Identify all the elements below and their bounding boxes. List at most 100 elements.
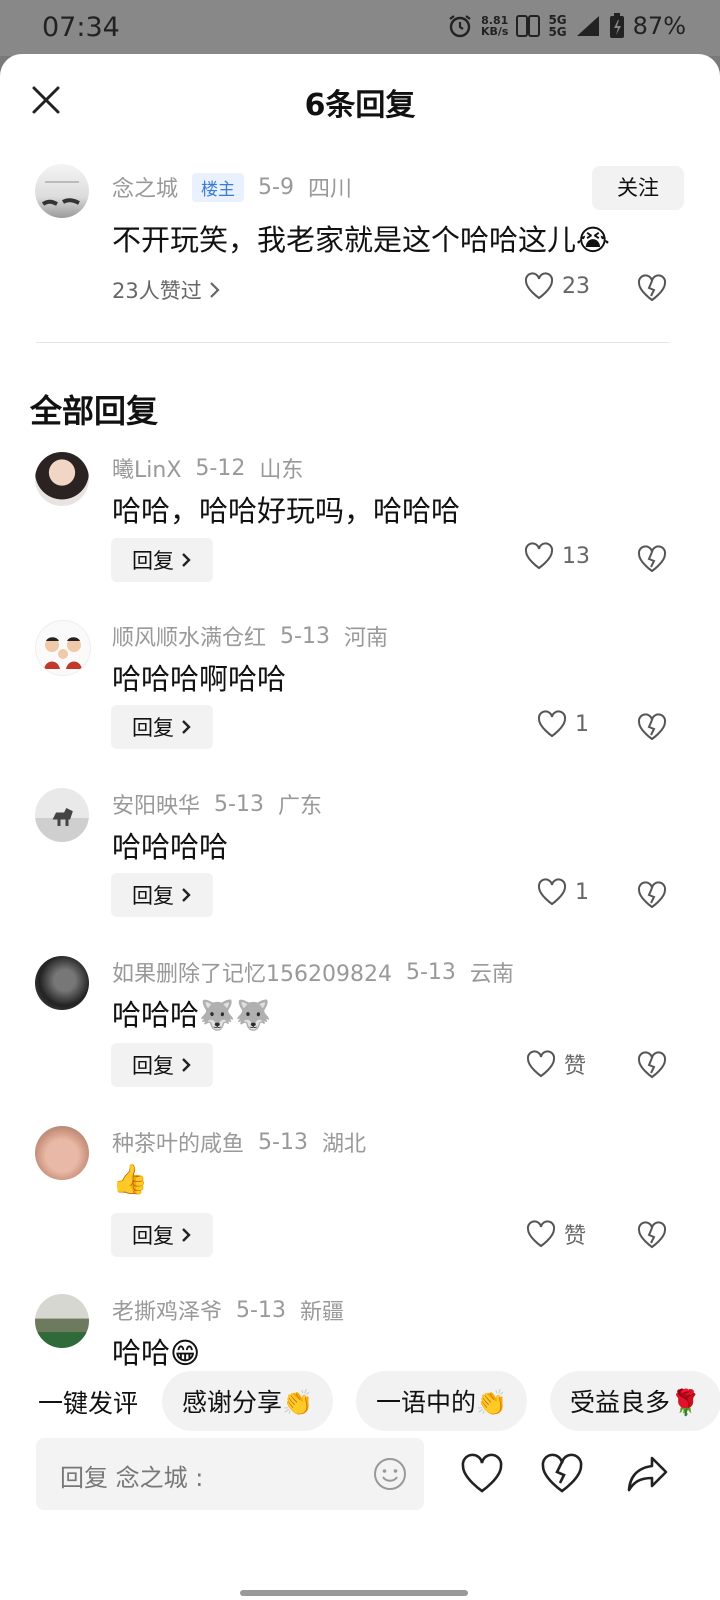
dislike-icon[interactable] — [540, 1452, 584, 1496]
chevron-right-icon — [182, 1058, 191, 1072]
section-title: 全部回复 — [30, 392, 159, 430]
comment-region: 广东 — [277, 794, 322, 819]
dislike-icon[interactable] — [637, 712, 667, 742]
heart-icon — [524, 272, 554, 300]
follow-button[interactable]: 关注 — [592, 166, 684, 210]
hd-icon — [516, 15, 541, 37]
reply-meta: 曦LinX 5-12 山东 — [112, 452, 303, 484]
reply-button[interactable]: 回复 — [111, 705, 213, 749]
comment-region: 山东 — [259, 458, 304, 483]
reply-button-label: 回复 — [132, 1054, 174, 1078]
avatar-image — [41, 181, 80, 206]
reply-button-label: 回复 — [132, 884, 174, 908]
battery-level: 87% — [632, 12, 686, 40]
like-button[interactable]: 1 — [537, 878, 589, 906]
liked-by-link[interactable]: 23人赞过 — [112, 275, 222, 305]
username[interactable]: 如果删除了记忆156209824 — [112, 956, 392, 988]
heart-icon — [537, 878, 567, 906]
signal-icon — [576, 16, 599, 36]
avatar[interactable] — [35, 788, 89, 842]
reply-input-placeholder: 回复 念之城 : — [60, 1464, 204, 1492]
emoji-icon[interactable] — [372, 1456, 408, 1492]
network-type: 5G 5G — [548, 13, 567, 39]
reply-input[interactable]: 回复 念之城 : — [36, 1438, 424, 1510]
dislike-icon[interactable] — [637, 1050, 667, 1080]
dislike-icon[interactable] — [637, 1220, 667, 1250]
reply-meta: 老撕鸡泽爷 5-13 新疆 — [112, 1294, 344, 1326]
comment-region: 河南 — [343, 626, 388, 651]
heart-icon — [537, 710, 567, 738]
heart-icon[interactable] — [460, 1452, 504, 1496]
chevron-right-icon — [182, 720, 191, 734]
comment-region: 云南 — [469, 962, 514, 987]
reply-text: 👍 — [112, 1162, 149, 1196]
comment-date: 5-13 — [214, 791, 264, 817]
dislike-icon[interactable] — [637, 273, 667, 303]
comment-date: 5-12 — [195, 455, 246, 481]
reply-button-label: 回复 — [132, 716, 174, 740]
share-icon[interactable] — [626, 1452, 670, 1496]
comment-date: 5-13 — [405, 959, 456, 985]
heart-icon — [526, 1050, 556, 1078]
chevron-right-icon — [182, 553, 191, 567]
reply-button[interactable]: 回复 — [111, 1043, 213, 1087]
op-comment-text: 不开玩笑，我老家就是这个哈哈这儿😭 — [112, 223, 610, 257]
chevron-right-icon — [209, 282, 220, 298]
quick-comment-label: 一键发评 — [38, 1389, 139, 1418]
comment-date: 5-9 — [258, 174, 294, 200]
dislike-icon[interactable] — [637, 544, 667, 574]
reply-button[interactable]: 回复 — [111, 873, 213, 917]
quick-chip[interactable]: 一语中的👏 — [356, 1371, 528, 1431]
divider — [36, 342, 670, 343]
like-button[interactable]: 13 — [524, 542, 590, 570]
like-count: 1 — [575, 711, 589, 737]
avatar[interactable] — [35, 1294, 89, 1348]
quick-chip[interactable]: 受益良多🌹 — [550, 1371, 720, 1431]
like-button[interactable]: 赞 — [526, 1048, 586, 1080]
status-bar: 07:34 8.81 KB/s 5G 5G 87% — [0, 0, 720, 56]
status-icons: 8.81 KB/s 5G 5G 87% — [447, 12, 686, 40]
username[interactable]: 老撕鸡泽爷 — [112, 1294, 222, 1326]
comment-date: 5-13 — [280, 623, 330, 649]
like-count: 23 — [562, 273, 590, 299]
chevron-right-icon — [182, 1228, 191, 1242]
reply-meta: 种茶叶的咸鱼 5-13 湖北 — [112, 1126, 366, 1158]
dislike-icon[interactable] — [637, 880, 667, 910]
op-badge: 楼主 — [192, 172, 245, 202]
comment-date: 5-13 — [236, 1297, 286, 1323]
reply-button[interactable]: 回复 — [111, 538, 213, 582]
reply-button-label: 回复 — [132, 549, 174, 573]
home-indicator[interactable] — [240, 1590, 468, 1596]
reply-text: 哈哈哈啊哈哈 — [112, 662, 287, 696]
heart-icon — [524, 542, 554, 570]
username[interactable]: 念之城 — [112, 171, 178, 203]
avatar[interactable] — [35, 1126, 89, 1180]
reply-text: 哈哈，哈哈好玩吗，哈哈哈 — [112, 494, 461, 528]
avatar[interactable] — [35, 452, 89, 506]
like-count: 赞 — [564, 1054, 587, 1079]
page-title: 6条回复 — [304, 88, 416, 123]
comment-region: 四川 — [307, 177, 352, 202]
like-count: 1 — [575, 879, 589, 905]
avatar[interactable] — [35, 620, 91, 676]
like-count: 赞 — [564, 1224, 587, 1249]
quick-comment-bar: 一键发评 感谢分享👏 一语中的👏 受益良多🌹 — [0, 1370, 720, 1434]
quick-chip[interactable]: 感谢分享👏 — [162, 1371, 334, 1431]
avatar[interactable] — [35, 164, 89, 218]
like-count: 13 — [562, 543, 590, 569]
reply-text: 哈哈哈哈 — [112, 830, 229, 864]
net-speed: 8.81 KB/s — [480, 14, 509, 38]
username[interactable]: 顺风顺水满仓红 — [112, 620, 266, 652]
reply-button[interactable]: 回复 — [111, 1213, 213, 1257]
status-time: 07:34 — [42, 12, 120, 43]
like-button[interactable]: 1 — [537, 710, 589, 738]
like-button[interactable]: 赞 — [526, 1218, 586, 1250]
username[interactable]: 种茶叶的咸鱼 — [112, 1126, 244, 1158]
reply-meta: 安阳映华 5-13 广东 — [112, 788, 322, 820]
username[interactable]: 曦LinX — [112, 452, 181, 484]
op-meta: 念之城 楼主 5-9 四川 — [112, 171, 352, 203]
like-button[interactable]: 23 — [524, 272, 590, 300]
avatar[interactable] — [35, 956, 89, 1010]
heart-icon — [526, 1220, 556, 1248]
username[interactable]: 安阳映华 — [112, 788, 200, 820]
